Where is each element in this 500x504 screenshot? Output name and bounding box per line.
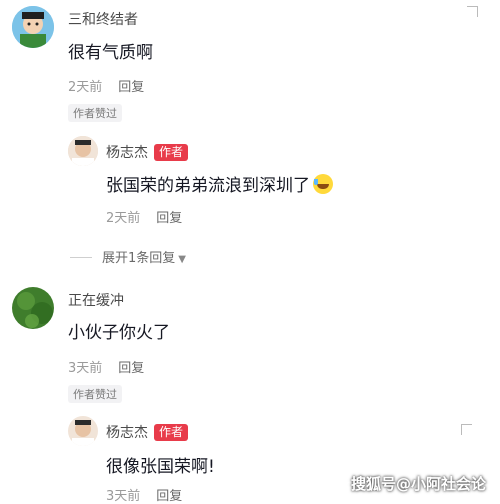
laughing-crying-emoji-icon: [313, 174, 333, 194]
reply-button[interactable]: 回复: [118, 80, 144, 95]
chevron-down-icon: ▼: [178, 254, 186, 265]
reply-text: 很像张国荣啊!: [106, 457, 215, 477]
watermark: 搜狐号@小阿社会论: [350, 475, 486, 493]
comment-time: 2天前: [68, 80, 103, 95]
avatar[interactable]: [68, 136, 98, 166]
reply-text: 张国荣的弟弟流浪到深圳了: [106, 171, 333, 196]
corner-mark-icon: [461, 424, 472, 435]
comment-time: 3天前: [68, 361, 103, 376]
avatar[interactable]: [68, 416, 98, 446]
reply-time: 2天前: [106, 211, 141, 226]
comment-text: 很有气质啊: [68, 43, 153, 63]
reply-username[interactable]: 杨志杰 作者: [106, 142, 189, 162]
comment-text: 小伙子你火了: [68, 323, 170, 343]
comment-username[interactable]: 正在缓冲: [68, 290, 124, 310]
reply-button[interactable]: 回复: [156, 211, 182, 226]
person-avatar-icon: [68, 416, 98, 446]
author-badge: 作者: [154, 144, 189, 161]
expand-replies-button[interactable]: 展开1条回复 ▼: [70, 247, 186, 266]
reply-button[interactable]: 回复: [118, 361, 144, 376]
avatar[interactable]: [12, 287, 54, 329]
divider: [70, 257, 92, 258]
cartoon-avatar-icon: [12, 6, 54, 48]
reply-meta: 3天前 回复: [106, 485, 182, 504]
comment-meta: 2天前 回复: [68, 76, 144, 95]
comment-meta: 3天前 回复: [68, 357, 144, 376]
author-liked-badge: 作者赞过: [68, 104, 122, 122]
person-avatar-icon: [68, 136, 98, 166]
avatar[interactable]: [12, 6, 54, 48]
author-liked-badge: 作者赞过: [68, 385, 122, 403]
reply-username[interactable]: 杨志杰 作者: [106, 422, 189, 442]
comment-username[interactable]: 三和终结者: [68, 9, 138, 29]
green-texture-avatar-icon: [12, 287, 54, 329]
author-badge: 作者: [154, 424, 189, 441]
reply-meta: 2天前 回复: [106, 207, 182, 226]
corner-mark-icon: [467, 6, 478, 17]
